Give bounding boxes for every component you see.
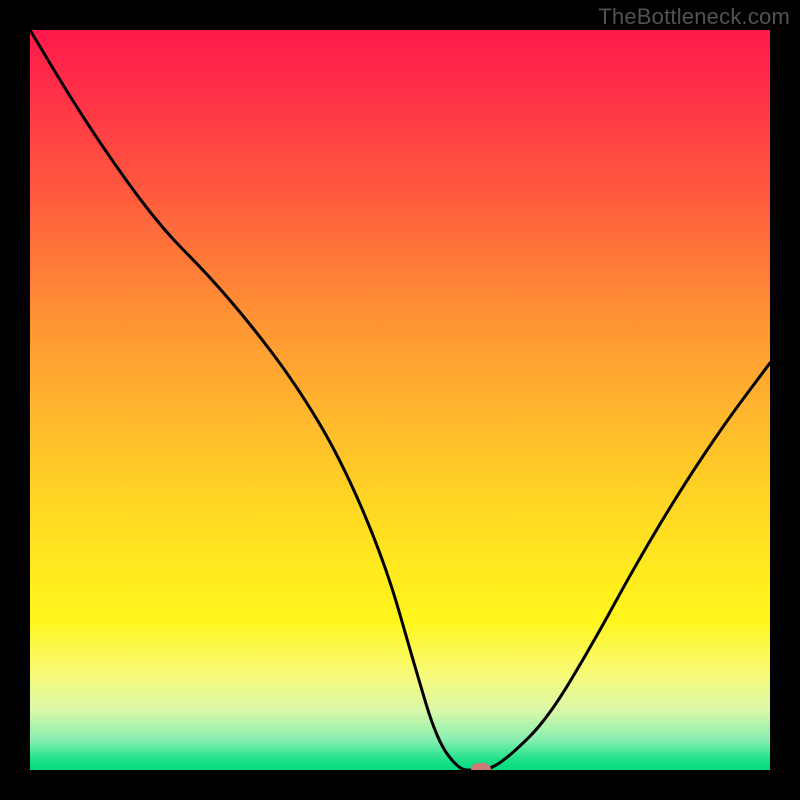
watermark-text: TheBottleneck.com: [598, 4, 790, 30]
optimum-marker: [471, 763, 491, 770]
bottleneck-line-chart: [30, 30, 770, 770]
plot-area: [30, 30, 770, 770]
chart-frame: TheBottleneck.com: [0, 0, 800, 800]
bottleneck-curve-path: [30, 30, 770, 770]
